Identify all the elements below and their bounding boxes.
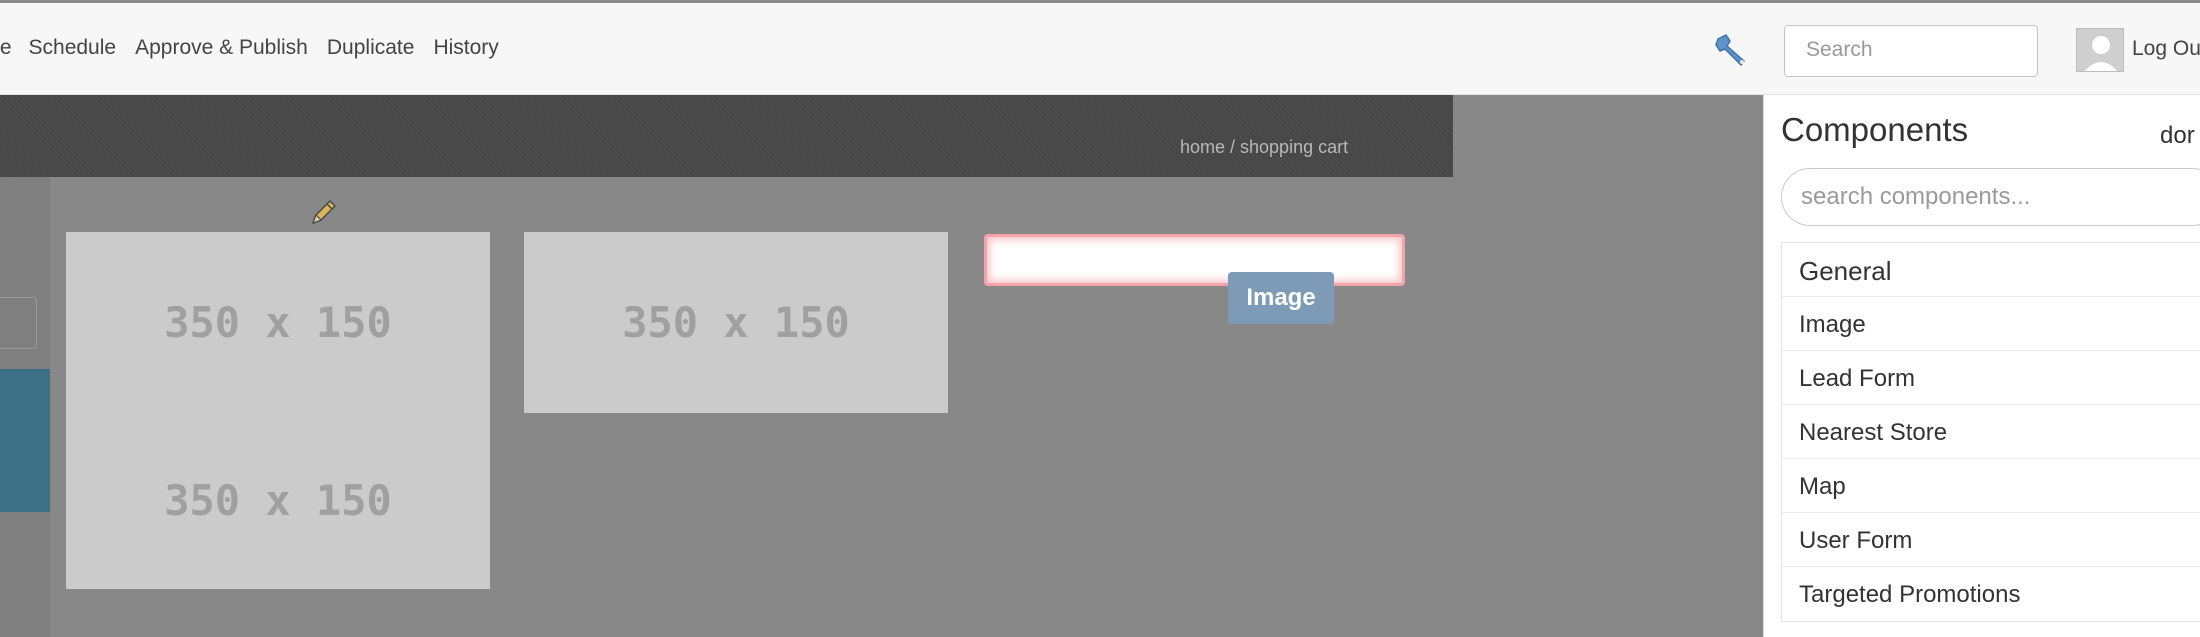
blue-content-block — [0, 369, 50, 512]
component-item-targeted-promotions[interactable]: Targeted Promotions — [1782, 567, 2200, 621]
component-item-user-form[interactable]: User Form — [1782, 513, 2200, 567]
nav-item-history[interactable]: History — [433, 36, 498, 60]
nav-item-duplicate[interactable]: Duplicate — [327, 36, 415, 60]
pencil-icon[interactable] — [308, 198, 338, 228]
search-input[interactable]: Search — [1784, 25, 2038, 77]
left-column — [0, 177, 50, 637]
dragging-component-chip[interactable]: Image — [1228, 272, 1334, 324]
component-item-image[interactable]: Image — [1782, 297, 2200, 351]
component-list: General Image Lead Form Nearest Store Ma… — [1781, 242, 2200, 622]
page-header-band: home / shopping cart — [0, 95, 1453, 177]
image-placeholder[interactable]: 350 x 150 — [66, 232, 490, 412]
panel-title: Components — [1781, 111, 1969, 148]
left-button-stub[interactable] — [0, 297, 37, 349]
logout-link[interactable]: Log Ou — [2132, 37, 2200, 61]
nav-item-schedule[interactable]: Schedule — [29, 36, 117, 60]
component-search-input[interactable]: search components... — [1781, 168, 2200, 226]
editor-canvas: home / shopping cart 350 x 150 350 x 150… — [0, 95, 1763, 637]
component-item-nearest-store[interactable]: Nearest Store — [1782, 405, 2200, 459]
image-placeholder[interactable]: 350 x 150 — [524, 232, 948, 413]
component-item-map[interactable]: Map — [1782, 459, 2200, 513]
image-placeholder[interactable]: 350 x 150 — [66, 412, 490, 589]
top-toolbar: te Schedule Approve & Publish Duplicate … — [0, 0, 2200, 95]
toolbar-nav: te Schedule Approve & Publish Duplicate … — [0, 36, 518, 60]
avatar-icon[interactable] — [2076, 28, 2124, 72]
drop-target-zone[interactable] — [984, 234, 1405, 286]
nav-item-truncated[interactable]: te — [0, 36, 12, 60]
done-button[interactable]: dor — [2160, 122, 2195, 150]
wrench-icon[interactable] — [1714, 33, 1750, 67]
component-item-lead-form[interactable]: Lead Form — [1782, 351, 2200, 405]
nav-item-approve-publish[interactable]: Approve & Publish — [135, 36, 308, 60]
components-panel: Components dor search components... Gene… — [1763, 95, 2200, 637]
breadcrumb[interactable]: home / shopping cart — [1180, 137, 1348, 158]
component-category-general[interactable]: General — [1782, 243, 2200, 297]
